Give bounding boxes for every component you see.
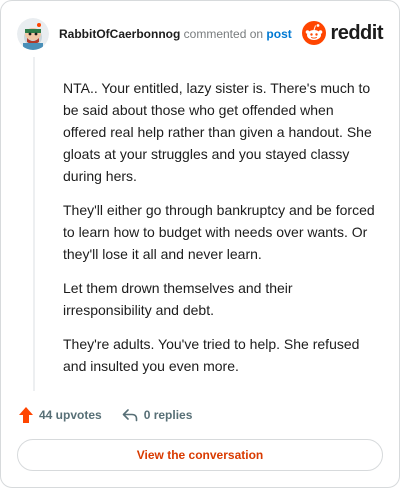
upvote-arrow-icon [19, 407, 33, 423]
reddit-snoo-icon [302, 21, 327, 45]
user-avatar[interactable] [17, 18, 49, 50]
upvote-count: 44 upvotes [39, 408, 102, 422]
view-conversation-button[interactable]: View the conversation [17, 439, 383, 471]
comment-footer: 44 upvotes 0 replies [19, 404, 192, 426]
comment-meta: RabbitOfCaerbonnog commented on post [59, 27, 292, 41]
snoo-avatar-icon [17, 18, 49, 50]
reply-count: 0 replies [143, 408, 193, 422]
thread-line [33, 57, 35, 391]
reddit-logo[interactable]: reddit [302, 21, 383, 45]
username[interactable]: RabbitOfCaerbonnog [59, 27, 180, 41]
comment-body: NTA.. Your entitled, lazy sister is. The… [63, 77, 379, 389]
upvote-button[interactable]: 44 upvotes [19, 407, 102, 423]
comment-paragraph: Let them drown themselves and their irre… [63, 280, 293, 318]
comment-paragraph: NTA.. Your entitled, lazy sister is. The… [63, 80, 372, 184]
comment-embed-card: RabbitOfCaerbonnog commented on post red… [0, 0, 400, 488]
comment-header: RabbitOfCaerbonnog commented on post red… [17, 17, 383, 51]
comment-paragraph: They'll either go through bankruptcy and… [63, 202, 375, 262]
action-text: commented on [183, 27, 264, 41]
reddit-wordmark: reddit [330, 21, 383, 44]
reply-button[interactable]: 0 replies [122, 408, 193, 422]
post-link[interactable]: post [266, 27, 291, 41]
reply-arrow-icon [122, 409, 138, 422]
comment-paragraph: They're adults. You've tried to help. Sh… [63, 336, 360, 374]
